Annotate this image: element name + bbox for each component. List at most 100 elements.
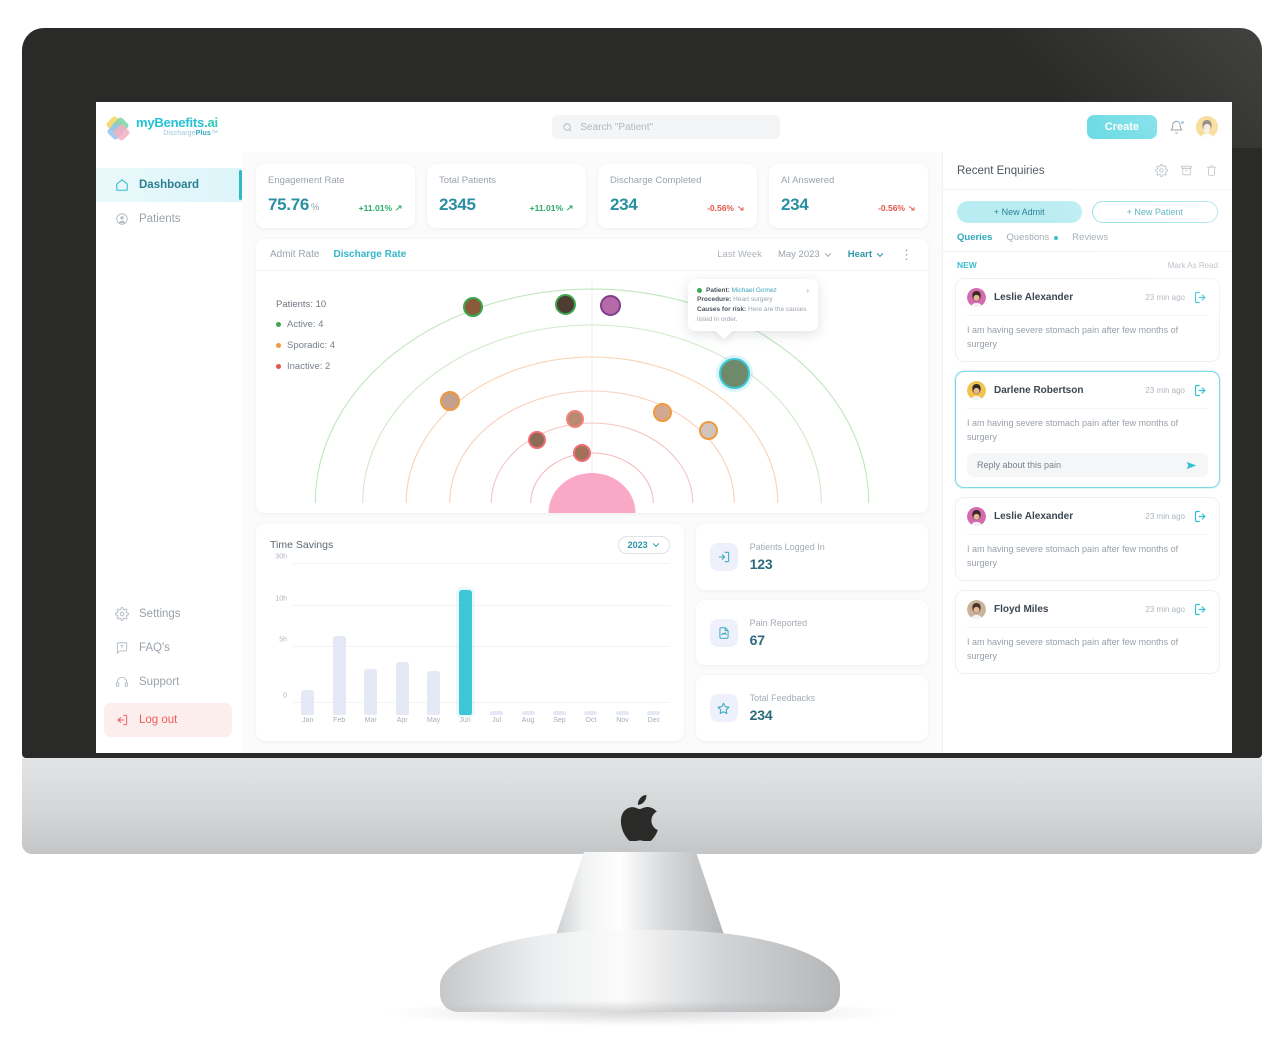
legend-row-sporadic: Sporadic: 4 [276,340,335,351]
patient-node[interactable] [600,295,621,316]
enquiry-card[interactable]: Leslie Alexander 23 min ago I am having se… [955,497,1220,581]
bar[interactable] [647,711,661,715]
avatar[interactable] [1196,116,1218,138]
kpi-label: Engagement Rate [268,175,345,186]
bar[interactable] [552,711,566,715]
sidebar-item-settings[interactable]: Settings [96,597,242,631]
tab-reviews[interactable]: Reviews [1072,232,1108,243]
bar-column[interactable] [544,564,575,715]
bar-column[interactable] [481,564,512,715]
bar-column[interactable] [355,564,386,715]
stat-card-total-feedbacks[interactable]: Total Feedbacks 234 [695,675,928,742]
filter-category-select[interactable]: Heart [848,249,884,260]
tab-discharge-rate[interactable]: Discharge Rate [333,249,406,260]
tab-admit-rate[interactable]: Admit Rate [270,249,319,260]
patient-node-selected[interactable] [719,358,750,389]
patient-node[interactable] [440,391,460,411]
open-external-icon[interactable] [1193,290,1208,305]
enquiry-card[interactable]: Leslie Alexander 23 min ago I am having se… [955,278,1220,362]
bar-column[interactable] [323,564,354,715]
enquiry-card[interactable]: Darlene Robertson 23 min ago I am having s… [955,371,1220,488]
brand-logo[interactable]: myBenefits.ai DischargePlus™ [96,102,242,152]
sidebar-item-label: FAQ's [139,642,170,654]
mark-as-read-button[interactable]: Mark As Read [1168,261,1218,270]
open-external-icon[interactable] [1193,509,1208,524]
patient-node[interactable] [463,297,483,317]
create-button[interactable]: Create [1086,115,1157,139]
radial-arcs [314,281,870,513]
search-box[interactable] [552,115,781,139]
enquiry-message: I am having severe stomach pain after fe… [967,325,1179,349]
bell-icon[interactable] [1169,119,1185,135]
open-external-icon[interactable] [1193,383,1208,398]
bar-column[interactable] [418,564,449,715]
gear-icon[interactable] [1155,164,1168,177]
patient-node[interactable] [555,294,576,315]
kpi-value: 234 [781,195,809,214]
enquiry-header: Leslie Alexander 23 min ago [967,288,1208,316]
sidebar-item-faqs[interactable]: FAQ's [96,631,242,665]
kpi-card-ai-answered[interactable]: AI Answered 234 -0.56% [769,164,928,228]
patient-node[interactable] [653,403,672,422]
stat-card-patients-logged-in[interactable]: Patients Logged In 123 [695,524,928,590]
trend-down-icon [908,206,915,211]
stat-card-pain-reported[interactable]: Pain Reported 67 [695,599,928,666]
bar[interactable] [427,671,441,715]
sidebar-nav: Dashboard Patients [96,168,242,236]
reply-input[interactable]: Reply about this pain [967,453,1208,477]
patient-node[interactable] [699,421,718,440]
main-column: Create [242,102,1232,753]
bar[interactable] [458,589,472,715]
bar[interactable] [364,668,378,715]
send-icon[interactable] [1185,459,1198,472]
patient-node[interactable] [573,444,591,462]
stat-value: 67 [749,631,765,648]
bar-column[interactable] [449,564,480,715]
sidebar-item-support[interactable]: Support [96,665,242,699]
x-tick-label: Nov [616,717,629,724]
bar[interactable] [490,711,504,715]
chevron-right-icon[interactable]: › [806,286,809,295]
tab-questions[interactable]: Questions [1006,232,1059,243]
tab-queries[interactable]: Queries [957,232,992,243]
bar-column[interactable] [386,564,417,715]
bar[interactable] [332,636,346,715]
bar-column[interactable] [292,564,323,715]
bar[interactable] [615,711,629,715]
archive-icon[interactable] [1180,164,1193,177]
kpi-card-discharge-completed[interactable]: Discharge Completed 234 -0.56% [598,164,757,228]
kpi-card-total-patients[interactable]: Total Patients 2345 +11.01% [427,164,586,228]
enquiry-timestamp: 23 min ago [1145,293,1185,302]
search-input[interactable] [580,121,771,133]
sidebar-item-label: Dashboard [139,179,200,191]
bar-column[interactable] [607,564,638,715]
year-select[interactable]: 2023 [617,536,670,554]
open-external-icon[interactable] [1193,602,1208,617]
sidebar-item-label: Patients [139,213,181,225]
sidebar-item-logout[interactable]: Log out [104,703,232,737]
sidebar-item-patients[interactable]: Patients [96,202,242,236]
bar[interactable] [395,661,409,715]
stat-value: 234 [749,707,773,724]
new-admit-button[interactable]: + New Admit [957,201,1082,223]
filter-last-week[interactable]: Last Week [717,249,762,260]
bar[interactable] [584,711,598,715]
chevron-down-icon [652,543,659,548]
bar[interactable] [301,689,315,715]
new-patient-button[interactable]: + New Patient [1091,201,1218,223]
bar-column[interactable] [575,564,606,715]
bar-column[interactable] [512,564,543,715]
bar-column[interactable] [638,564,669,715]
kpi-card-engagement-rate[interactable]: Engagement Rate 75.76% +11.01% [256,164,415,228]
sidebar-item-dashboard[interactable]: Dashboard [96,168,242,202]
bar-chart-header: Time Savings 2023 [270,536,670,554]
enquiry-card[interactable]: Floyd Miles 23 min ago I am having severe … [955,590,1220,674]
chevron-down-icon [876,252,884,257]
more-vertical-icon[interactable]: ⋮ [900,248,914,261]
enquiry-name: Darlene Robertson [994,385,1084,396]
trash-icon[interactable] [1205,164,1218,177]
patient-node[interactable] [566,410,584,428]
patient-node[interactable] [528,431,546,449]
bar[interactable] [521,711,535,715]
filter-month-select[interactable]: May 2023 [778,249,832,260]
